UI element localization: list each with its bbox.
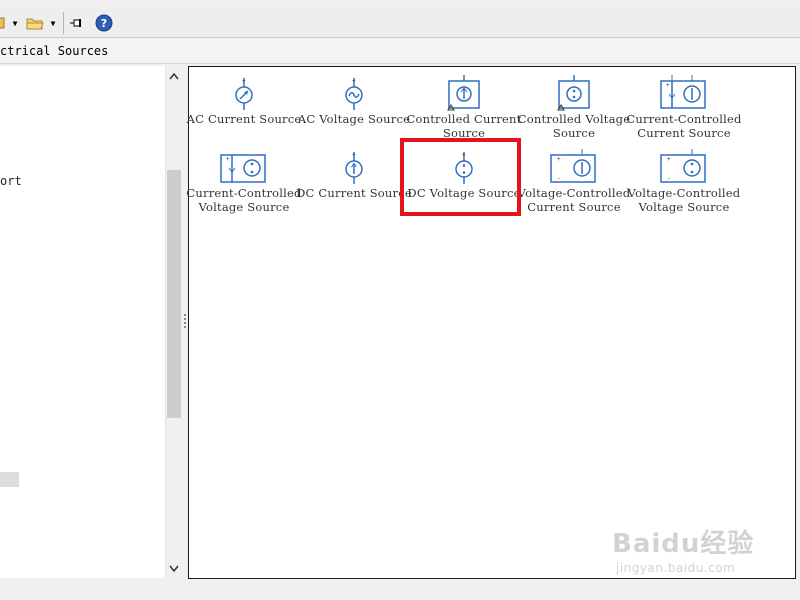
open-folder-button[interactable]	[24, 12, 46, 34]
svg-text:+: +	[352, 78, 356, 85]
vcc-source-icon: + -	[550, 149, 596, 183]
block-label: Current-Controlled Current Source	[626, 112, 742, 140]
chevron-up-icon	[169, 72, 179, 79]
scrollbar-thumb[interactable]	[167, 170, 181, 418]
library-block-grid: + AC Current Source + AC Voltage Source	[186, 66, 796, 579]
block-label: DC Voltage Source	[407, 186, 521, 200]
ccv-source-icon: +	[220, 154, 266, 183]
dc-current-source-icon: +	[345, 152, 363, 184]
svg-text:+: +	[226, 156, 230, 163]
svg-text:+: +	[242, 78, 246, 85]
block-label: Controlled Current Source	[406, 112, 522, 140]
toolbar-separator	[63, 12, 64, 34]
tree-scrollbar[interactable]	[165, 66, 182, 578]
library-tree-panel: ort	[0, 66, 165, 578]
block-current-controlled-current-source[interactable]: + Current-Controlled Current Source	[626, 69, 741, 141]
ac-voltage-source-icon: +	[345, 78, 363, 110]
svg-text:+: +	[557, 156, 561, 163]
tree-selected-item[interactable]	[0, 472, 19, 487]
block-label: Voltage-Controlled Voltage Source	[627, 186, 741, 214]
help-icon: ?	[95, 14, 113, 32]
block-label: AC Voltage Source	[297, 112, 411, 126]
block-ac-voltage-source[interactable]: + AC Voltage Source	[298, 69, 410, 141]
svg-text:+: +	[667, 156, 671, 163]
open-folder-dropdown-icon[interactable]: ▼	[48, 12, 58, 34]
help-button[interactable]: ?	[93, 12, 115, 34]
block-label: DC Current Source	[296, 186, 412, 200]
block-voltage-controlled-voltage-source[interactable]: + - Voltage-Controlled Voltage Source	[628, 143, 740, 215]
pin-icon	[70, 19, 81, 27]
ac-current-source-icon: +	[235, 78, 253, 110]
new-item-dropdown-icon[interactable]: ▼	[10, 12, 20, 34]
svg-text:-: -	[557, 175, 561, 182]
controlled-current-source-icon	[447, 75, 480, 111]
scroll-down-button[interactable]	[166, 560, 182, 576]
block-controlled-voltage-source[interactable]: Controlled Voltage Source	[518, 69, 630, 141]
new-item-button[interactable]	[0, 12, 8, 34]
splitter-grip-icon	[184, 314, 186, 328]
block-label: Current-Controlled Voltage Source	[186, 186, 302, 214]
block-label: Voltage-Controlled Current Source	[517, 186, 631, 214]
ccc-source-icon: +	[660, 75, 706, 109]
block-ac-current-source[interactable]: + AC Current Source	[187, 69, 301, 141]
library-path-text: ctrical Sources	[0, 44, 109, 58]
library-path-bar: ctrical Sources	[0, 39, 800, 64]
tree-item-partial[interactable]: ort	[0, 174, 22, 188]
pin-button[interactable]	[68, 12, 86, 34]
chevron-down-icon	[169, 565, 179, 572]
svg-text:+: +	[352, 152, 356, 159]
block-dc-voltage-source[interactable]: + DC Voltage Source	[407, 143, 520, 215]
svg-text:?: ?	[101, 17, 107, 30]
status-bar	[0, 580, 800, 600]
block-voltage-controlled-current-source[interactable]: + - Voltage-Controlled Current Source	[518, 143, 630, 215]
vcv-source-icon: + -	[660, 149, 706, 183]
svg-text:-: -	[667, 175, 671, 182]
controlled-voltage-source-icon	[557, 75, 590, 111]
block-dc-current-source[interactable]: + DC Current Source	[296, 143, 412, 215]
block-label: Controlled Voltage Source	[517, 112, 631, 140]
folder-icon	[26, 18, 44, 30]
new-item-icon	[0, 17, 5, 29]
block-controlled-current-source[interactable]: Controlled Current Source	[407, 69, 521, 141]
dc-voltage-source-icon: +	[455, 152, 473, 184]
svg-text:+: +	[462, 152, 466, 159]
toolbar: ▼ ▼ ?	[0, 8, 800, 38]
svg-text:+: +	[666, 82, 670, 89]
block-current-controlled-voltage-source[interactable]: + Current-Controlled Voltage Source	[186, 143, 301, 215]
block-label: AC Current Source	[186, 112, 302, 126]
scroll-up-button[interactable]	[166, 68, 182, 84]
